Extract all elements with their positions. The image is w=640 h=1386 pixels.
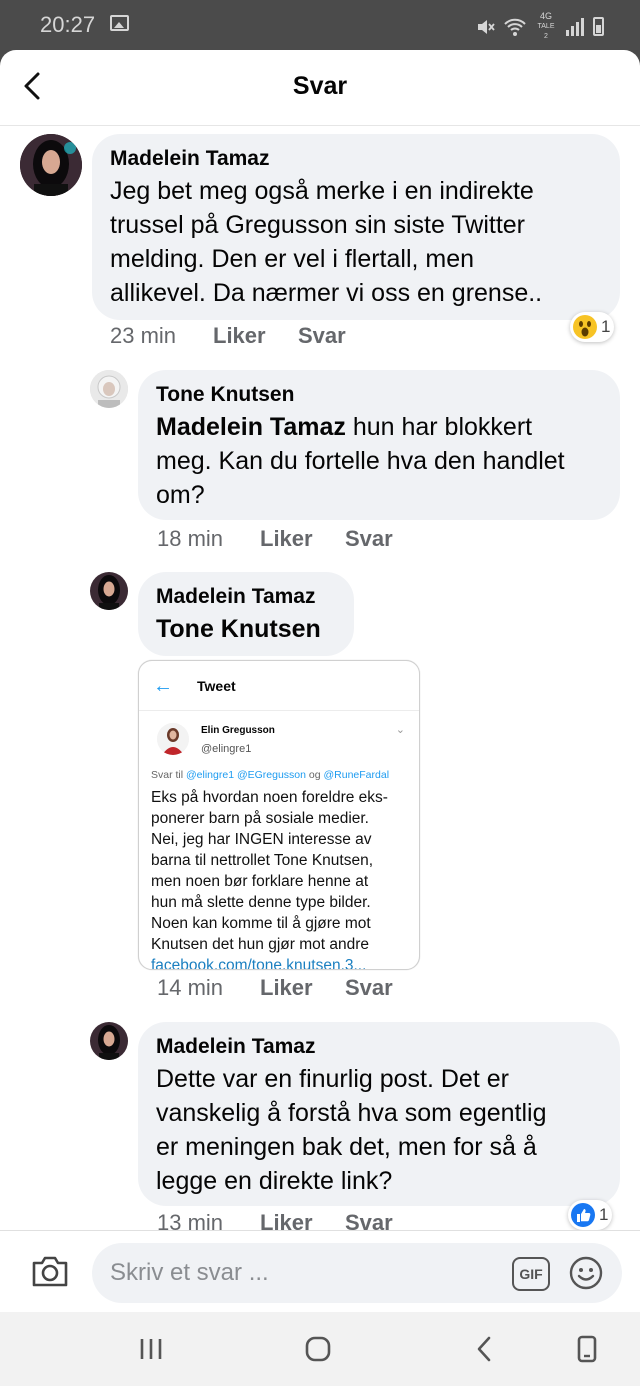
emoji-icon[interactable] xyxy=(568,1255,604,1291)
tweet-back-arrow-icon: ← xyxy=(153,675,173,697)
comment-meta: 18 min Liker Svar xyxy=(157,526,393,552)
avatar[interactable] xyxy=(90,1022,128,1060)
avatar[interactable] xyxy=(90,572,128,610)
comment-meta: 23 min Liker Svar xyxy=(110,323,346,349)
back-icon[interactable] xyxy=(470,1334,500,1364)
comment-text: Jeg bet meg også merke i en indirekte tr… xyxy=(110,177,543,307)
wow-emoji-icon xyxy=(573,315,597,339)
comment-author[interactable]: Madelein Tamaz xyxy=(156,1034,316,1060)
reply-button[interactable]: Svar xyxy=(298,323,346,349)
comment-time: 14 min xyxy=(157,975,224,1000)
avatar[interactable] xyxy=(20,134,82,196)
reply-input[interactable] xyxy=(110,1253,500,1293)
comment-bubble: Madelein Tamaz Tone Knutsen xyxy=(138,572,354,656)
reaction-count: 1 xyxy=(601,317,611,336)
status-time: 20:27 xyxy=(40,12,96,37)
comment-bubble: Madelein Tamaz Jeg bet meg også merke i … xyxy=(92,134,620,320)
like-button[interactable]: Liker xyxy=(260,526,345,552)
reply-input-container: GIF xyxy=(92,1243,622,1303)
tweet-avatar xyxy=(157,723,189,755)
tweet-link[interactable]: facebook.com/tone.knutsen.3... xyxy=(151,955,413,969)
network-label: 4G TALE 2 xyxy=(537,11,555,41)
system-nav-bar xyxy=(0,1312,640,1386)
tweet-body: Eks på hvordan noen foreldre eks- ponere… xyxy=(151,787,413,969)
mention-link[interactable]: Madelein Tamaz xyxy=(156,413,346,441)
avatar-photo xyxy=(20,134,82,196)
reaction-count: 1 xyxy=(599,1205,609,1224)
status-bar: 20:27 4G TALE 2 xyxy=(0,0,640,50)
gif-button[interactable]: GIF xyxy=(512,1257,550,1291)
page-title: Svar xyxy=(292,72,348,100)
avatar[interactable] xyxy=(90,370,128,408)
comment-time: 18 min xyxy=(157,526,224,551)
reply-button[interactable]: Svar xyxy=(345,526,393,552)
reply-button[interactable]: Svar xyxy=(345,975,393,1001)
comment-author[interactable]: Madelein Tamaz xyxy=(110,146,270,172)
tweet-title: Tweet xyxy=(197,678,236,694)
tweet-author-name: Elin Gregusson xyxy=(201,725,275,736)
recent-apps-icon[interactable] xyxy=(136,1334,166,1364)
replies-sheet: Svar Madelein Tamaz Jeg bet meg også mer… xyxy=(0,50,640,1312)
comment-meta: 14 min Liker Svar xyxy=(157,975,393,1001)
mention-link[interactable]: Tone Knutsen xyxy=(156,612,321,646)
comment-text: Madelein Tamaz hun har blokkert meg. Kan… xyxy=(156,413,565,509)
reply-composer: GIF xyxy=(0,1230,640,1312)
avatar-photo xyxy=(90,572,128,610)
reaction-badge[interactable]: 1 xyxy=(570,312,615,342)
wifi-icon xyxy=(504,18,526,36)
tweet-menu-chevron-icon: ⌄ xyxy=(395,724,405,736)
home-icon[interactable] xyxy=(303,1334,333,1364)
tweet-reply-to: Svar til @elingre1 @EGregusson og @RuneF… xyxy=(151,769,390,781)
reaction-badge[interactable]: 1 xyxy=(568,1200,613,1230)
like-button[interactable]: Liker xyxy=(213,323,298,349)
comment-time: 23 min xyxy=(110,323,177,348)
tweet-header: ← Tweet xyxy=(139,661,419,711)
signal-icon xyxy=(566,17,584,36)
avatar-photo xyxy=(90,1022,128,1060)
like-button[interactable]: Liker xyxy=(260,975,345,1001)
comment-text: Dette var en finurlig post. Det er vansk… xyxy=(156,1065,547,1195)
camera-icon[interactable] xyxy=(30,1253,70,1289)
avatar-photo xyxy=(90,370,128,408)
like-thumb-icon xyxy=(571,1203,595,1227)
tweet-screenshot[interactable]: ← Tweet Elin Gregusson @elingre1 ⌄ Svar … xyxy=(138,660,420,970)
comment-author[interactable]: Madelein Tamaz xyxy=(156,584,316,610)
tweet-author-handle: @elingre1 xyxy=(201,743,252,755)
screen-rotate-icon[interactable] xyxy=(572,1334,602,1364)
image-notification-icon xyxy=(110,15,129,31)
comment-bubble: Madelein Tamaz Dette var en finurlig pos… xyxy=(138,1022,620,1206)
battery-icon xyxy=(593,17,604,36)
mute-icon xyxy=(478,19,495,34)
comment-bubble: Tone Knutsen Madelein Tamaz hun har blok… xyxy=(138,370,620,520)
comment-author[interactable]: Tone Knutsen xyxy=(156,382,294,408)
header: Svar xyxy=(0,50,640,126)
